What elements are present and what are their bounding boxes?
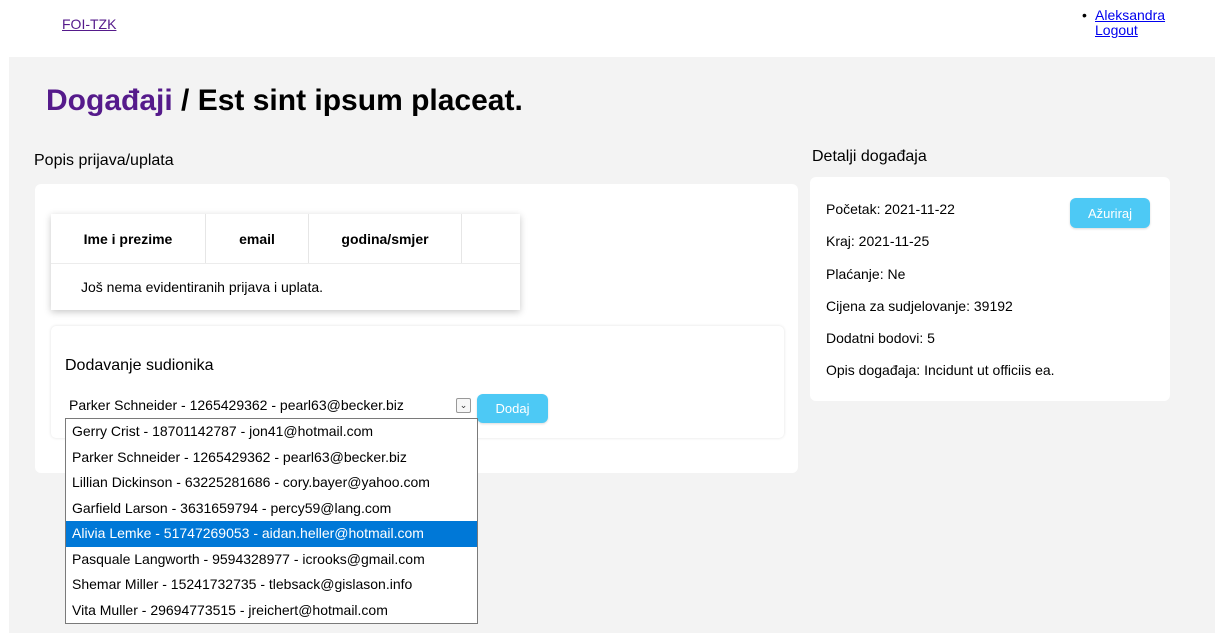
dropdown-option-highlighted[interactable]: Alivia Lemke - 51747269053 - aidan.helle… <box>66 521 477 547</box>
logout-link[interactable]: Logout <box>1095 23 1165 38</box>
dropdown-option[interactable]: Garfield Larson - 3631659794 - percy59@l… <box>66 496 477 522</box>
table-row: Još nema evidentiranih prijava i uplata. <box>51 264 520 311</box>
brand-link[interactable]: FOI-TZK <box>62 16 116 32</box>
chevron-down-icon[interactable]: ⌄ <box>456 398 471 413</box>
participant-select[interactable]: Parker Schneider - 1265429362 - pearl63@… <box>66 396 471 414</box>
participant-dropdown-list[interactable]: Gerry Crist - 18701142787 - jon41@hotmai… <box>65 418 478 624</box>
dropdown-option[interactable]: Vita Muller - 29694773515 - jreichert@ho… <box>66 598 477 624</box>
detail-end-date: Kraj: 2021-11-25 <box>826 233 930 249</box>
registrations-table-card: Ime i prezime email godina/smjer Još nem… <box>51 214 520 310</box>
column-header-year: godina/smjer <box>308 214 462 264</box>
breadcrumb-separator: / <box>172 84 198 117</box>
dropdown-option[interactable]: Shemar Miller - 15241732735 - tlebsack@g… <box>66 572 477 598</box>
dropdown-option[interactable]: Gerry Crist - 18701142787 - jon41@hotmai… <box>66 419 477 445</box>
detail-description: Opis događaja: Incidunt ut officiis ea. <box>826 362 1055 378</box>
details-heading: Detalji događaja <box>812 148 927 165</box>
event-title: Est sint ipsum placeat. <box>197 84 523 117</box>
add-participant-button[interactable]: Dodaj <box>477 394 548 423</box>
add-participant-heading: Dodavanje sudionika <box>65 357 214 374</box>
registrations-heading: Popis prijava/uplata <box>34 152 174 169</box>
detail-start-date: Početak: 2021-11-22 <box>826 201 955 217</box>
event-details-card: Ažuriraj Početak: 2021-11-22 Kraj: 2021-… <box>810 177 1170 401</box>
bullet-icon: • <box>1082 7 1087 23</box>
dropdown-option[interactable]: Pasquale Langworth - 9594328977 - icrook… <box>66 547 477 573</box>
empty-state-message: Još nema evidentiranih prijava i uplata. <box>81 279 324 295</box>
detail-price: Cijena za sudjelovanje: 39192 <box>826 298 1013 314</box>
page-title: Događaji / Est sint ipsum placeat. <box>46 84 523 118</box>
registrations-table: Ime i prezime email godina/smjer Još nem… <box>51 214 520 310</box>
participant-select-value: Parker Schneider - 1265429362 - pearl63@… <box>69 397 404 413</box>
breadcrumb-events-link[interactable]: Događaji <box>46 84 173 117</box>
detail-bonus-points: Dodatni bodovi: 5 <box>826 330 935 346</box>
user-menu: • Aleksandra Logout <box>1082 8 1165 38</box>
update-event-button[interactable]: Ažuriraj <box>1070 198 1150 228</box>
column-header-empty <box>461 214 520 264</box>
dropdown-option[interactable]: Parker Schneider - 1265429362 - pearl63@… <box>66 445 477 471</box>
user-link[interactable]: Aleksandra <box>1095 8 1165 23</box>
column-header-email: email <box>205 214 309 264</box>
dropdown-option[interactable]: Lillian Dickinson - 63225281686 - cory.b… <box>66 470 477 496</box>
detail-payment: Plaćanje: Ne <box>826 266 906 282</box>
column-header-name: Ime i prezime <box>51 214 206 264</box>
